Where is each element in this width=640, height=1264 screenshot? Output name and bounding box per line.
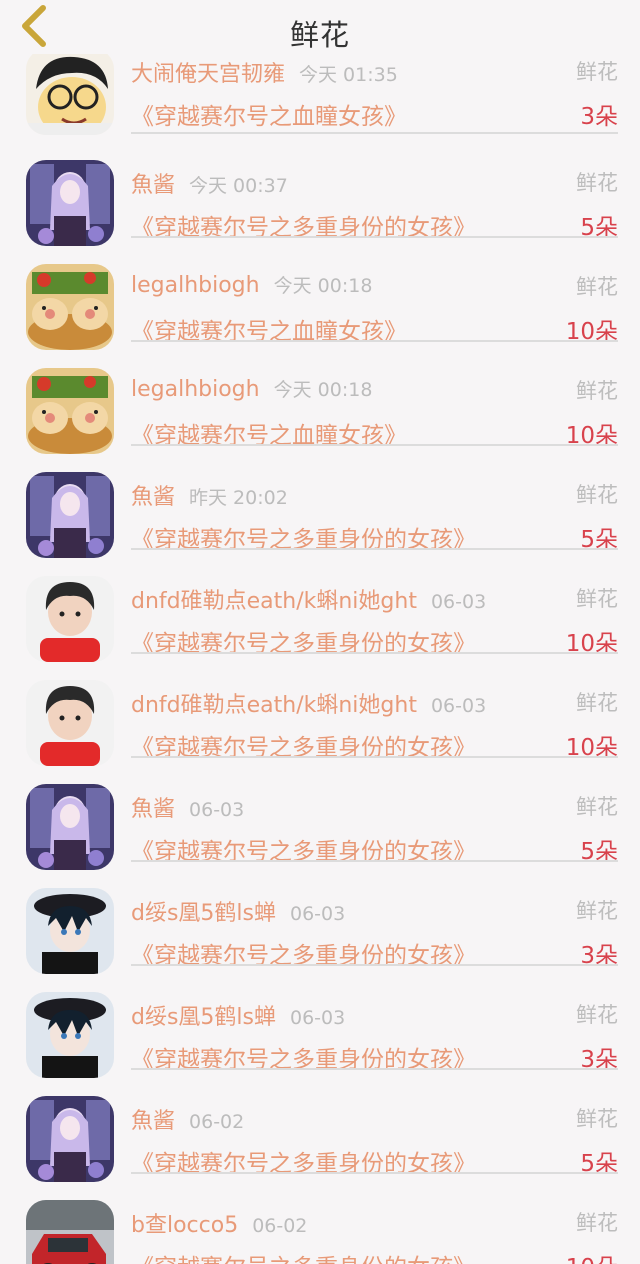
avatar[interactable]: [26, 1200, 114, 1264]
timestamp: 06-03: [430, 695, 487, 717]
gift-type: 鲜花: [576, 691, 618, 715]
list-item[interactable]: dnfd碓勒点eath/k蝌ni她ght 06-03 鲜花 《穿越赛尔号之多重身份…: [0, 654, 640, 766]
timestamp: 06-03: [290, 1007, 346, 1029]
user-name: d绥s凰5鹤ls蝉 06-03: [131, 1005, 346, 1030]
gift-type: 鲜花: [576, 275, 618, 299]
gift-type: 鲜花: [576, 1003, 618, 1027]
avatar[interactable]: [26, 1096, 114, 1182]
gift-type: 鲜花: [576, 483, 618, 507]
timestamp: 今天 01:35: [299, 64, 398, 86]
list-item[interactable]: d绥s凰5鹤ls蝉 06-03 鲜花 《穿越赛尔号之多重身份的女孩》 3朵: [0, 862, 640, 974]
user-name: 大闹俺天宫韧雍 今天 01:35: [131, 62, 398, 87]
user-name: b查locco5 06-02: [131, 1213, 308, 1238]
timestamp: 06-02: [252, 1215, 308, 1237]
avatar[interactable]: [26, 576, 114, 662]
timestamp: 06-03: [290, 903, 346, 925]
nav-bar: 鲜花: [0, 0, 640, 54]
list-item[interactable]: 魚酱 06-03 鲜花 《穿越赛尔号之多重身份的女孩》 5朵: [0, 758, 640, 870]
book-title[interactable]: 《穿越赛尔号之多重身份的女孩》: [131, 1248, 476, 1264]
avatar[interactable]: [26, 160, 114, 246]
avatar[interactable]: [26, 54, 114, 135]
list-item[interactable]: 大闹俺天宫韧雍 今天 01:35 鲜花 《穿越赛尔号之血瞳女孩》 3朵: [0, 54, 640, 135]
user-name: dnfd碓勒点eath/k蝌ni她ght 06-03: [131, 693, 487, 718]
avatar[interactable]: [26, 264, 114, 350]
gift-type: 鲜花: [576, 60, 618, 84]
gift-list[interactable]: 大闹俺天宫韧雍 今天 01:35 鲜花 《穿越赛尔号之血瞳女孩》 3朵 魚酱 今天 …: [0, 54, 640, 1264]
gift-type: 鲜花: [576, 379, 618, 403]
timestamp: 昨天 20:02: [189, 487, 288, 509]
avatar[interactable]: [26, 888, 114, 974]
list-item[interactable]: 魚酱 昨天 20:02 鲜花 《穿越赛尔号之多重身份的女孩》 5朵: [0, 446, 640, 558]
list-item[interactable]: 魚酱 今天 00:37 鲜花 《穿越赛尔号之多重身份的女孩》 5朵: [0, 134, 640, 246]
timestamp: 今天 00:18: [273, 379, 373, 401]
user-name: legalhbiogh 今天 00:18: [131, 377, 373, 402]
gift-type: 鲜花: [576, 795, 618, 819]
user-name: 魚酱 今天 00:37: [131, 173, 288, 198]
gift-type: 鲜花: [576, 899, 618, 923]
user-name: dnfd碓勒点eath/k蝌ni她ght 06-03: [131, 589, 487, 614]
page-title: 鲜花: [289, 18, 350, 52]
list-item[interactable]: d绥s凰5鹤ls蝉 06-03 鲜花 《穿越赛尔号之多重身份的女孩》 3朵: [0, 966, 640, 1078]
book-title[interactable]: 《穿越赛尔号之血瞳女孩》: [131, 97, 407, 131]
avatar[interactable]: [26, 368, 114, 454]
avatar[interactable]: [26, 472, 114, 558]
gift-type: 鲜花: [576, 1107, 618, 1131]
user-name: 魚酱 06-02: [131, 1109, 245, 1134]
avatar[interactable]: [26, 992, 114, 1078]
timestamp: 06-03: [189, 799, 245, 821]
user-name: 魚酱 昨天 20:02: [131, 485, 288, 510]
list-item[interactable]: legalhbiogh 今天 00:18 鲜花 《穿越赛尔号之血瞳女孩》 10朵: [0, 238, 640, 350]
list-item[interactable]: legalhbiogh 今天 00:18 鲜花 《穿越赛尔号之血瞳女孩》 10朵: [0, 342, 640, 454]
avatar[interactable]: [26, 680, 114, 766]
list-item[interactable]: b查locco506-02 鲜花 《穿越赛尔号之多重身份的女孩》 10朵: [0, 1174, 640, 1264]
gift-type: 鲜花: [576, 1211, 618, 1235]
gift-count: 3朵: [580, 104, 618, 130]
timestamp: 今天 00:18: [273, 275, 373, 297]
gift-count: 10朵: [566, 1248, 618, 1264]
user-name: d绥s凰5鹤ls蝉 06-03: [131, 901, 346, 926]
timestamp: 今天 00:37: [189, 175, 288, 197]
list-item[interactable]: dnfd碓勒点eath/k蝌ni她ght 06-03 鲜花 《穿越赛尔号之多重身份…: [0, 550, 640, 662]
avatar[interactable]: [26, 784, 114, 870]
timestamp: 06-02: [189, 1111, 245, 1133]
list-item[interactable]: 魚酱 06-02 鲜花 《穿越赛尔号之多重身份的女孩》 5朵: [0, 1070, 640, 1182]
user-name: 魚酱 06-03: [131, 797, 245, 822]
gift-type: 鲜花: [576, 171, 618, 195]
gift-type: 鲜花: [576, 587, 618, 611]
timestamp: 06-03: [430, 591, 487, 613]
user-name: legalhbiogh 今天 00:18: [131, 273, 373, 298]
